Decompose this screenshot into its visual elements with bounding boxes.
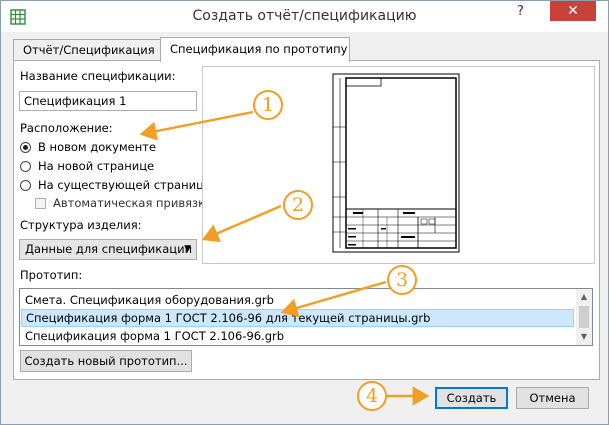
auto-binding-checkbox[interactable] [35,198,46,209]
radio-existing-page[interactable] [20,180,31,191]
scroll-up-icon[interactable]: ▲ [576,289,592,305]
structure-label: Структура изделия: [20,218,142,232]
prototype-list[interactable]: Смета. Спецификация оборудования.grb Спе… [19,288,593,346]
radio-new-document-label[interactable]: В новом документе [38,140,156,154]
radio-new-document[interactable] [20,142,31,153]
callout-2: 2 [283,190,313,220]
radio-new-page[interactable] [20,161,31,172]
dialog-window: Создать отчёт/спецификацию ? ✕ Отчёт/Спе… [0,0,609,425]
list-scrollbar[interactable]: ▲ ▼ [576,289,592,345]
close-button[interactable]: ✕ [550,1,596,21]
help-button[interactable]: ? [507,1,534,21]
list-item[interactable]: Смета. Спецификация оборудования.grb [21,291,574,309]
list-item-selected[interactable]: Спецификация форма 1 ГОСТ 2.106-96 для т… [21,309,574,327]
structure-combobox-value: Данные для спецификации [25,242,193,256]
auto-binding-label[interactable]: Автоматическая привязка [53,196,212,210]
radio-existing-page-label[interactable]: На существующей странице [38,178,211,192]
specification-name-input[interactable]: Спецификация 1 [19,91,197,111]
callout-3: 3 [387,265,417,295]
scrollbar-thumb[interactable] [579,306,589,328]
structure-combobox[interactable]: Данные для спецификации ▼ [19,239,197,260]
tab-prototype-specification[interactable]: Спецификация по прототипу [160,37,350,62]
radio-new-page-label[interactable]: На новой странице [38,159,154,173]
name-label: Название спецификации: [20,69,176,83]
tab-report-specification[interactable]: Отчёт/Спецификация [13,39,161,60]
cancel-button[interactable]: Отмена [516,387,589,409]
callout-4: 4 [357,381,387,411]
chevron-down-icon: ▼ [184,244,191,254]
create-button[interactable]: Создать [435,387,508,409]
scroll-down-icon[interactable]: ▼ [576,329,592,345]
list-item[interactable]: Спецификация форма 1 ГОСТ 2.106-96.grb [21,327,574,345]
create-new-prototype-button[interactable]: Создать новый прототип... [20,350,192,372]
location-label: Расположение: [20,121,113,135]
tab-panel: Название спецификации: Спецификация 1 Ра… [13,60,600,380]
title-bar: Создать отчёт/спецификацию ? ✕ [1,1,608,32]
callout-1: 1 [253,90,283,120]
prototype-label: Прототип: [20,268,83,282]
